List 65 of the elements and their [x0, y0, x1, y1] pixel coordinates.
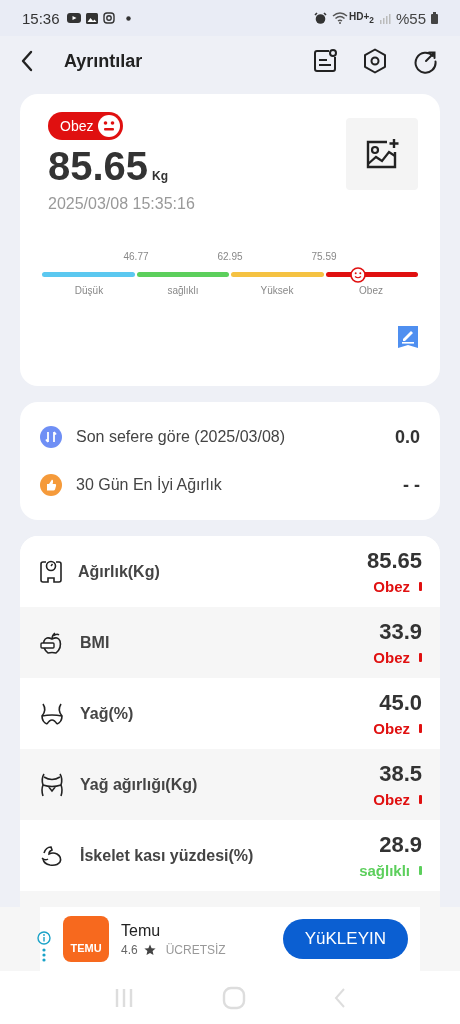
more-icon[interactable] — [42, 947, 46, 962]
metric-row[interactable]: BMI 33.9 Obez — [20, 607, 440, 678]
page-title: Ayrıntılar — [64, 50, 143, 72]
metric-status: Obez — [373, 649, 410, 666]
thumbs-up-icon — [40, 474, 62, 496]
battery-level: %55 — [395, 9, 426, 27]
alarm-icon — [314, 11, 328, 25]
metric-status: sağlıklı — [359, 862, 410, 879]
info-icon[interactable] — [37, 930, 51, 945]
back-icon[interactable] — [20, 50, 34, 72]
comparison-value: - - — [403, 474, 420, 496]
metric-status: Obez — [373, 720, 410, 737]
image-icon — [85, 12, 98, 24]
wifi-icon — [332, 12, 349, 24]
comparison-label: 30 Gün En İyi Ağırlık — [76, 476, 223, 494]
status-time: 15:36 — [22, 9, 60, 27]
metric-name: Yağ(%) — [80, 704, 135, 723]
metric-row[interactable]: Yağ ağırlığı(Kg) 38.5 Obez — [20, 749, 440, 820]
weight-value: 85.65 — [48, 144, 149, 189]
apple-icon — [40, 630, 64, 655]
signal-icon — [378, 12, 391, 24]
threshold-label: 62.95 — [217, 251, 243, 262]
camera-icon — [102, 12, 115, 24]
metric-name: Yağ ağırlığı(Kg) — [80, 775, 199, 794]
install-button[interactable]: YüKLEYIN — [282, 919, 408, 959]
star-icon — [143, 943, 156, 956]
threshold-label: 75.59 — [311, 251, 337, 262]
comparison-value: 0.0 — [394, 426, 420, 448]
dot-icon — [125, 15, 131, 21]
add-photo-button[interactable] — [346, 118, 418, 190]
app-name: Temu — [121, 921, 162, 940]
weight-unit: Kg — [152, 169, 169, 183]
video-icon — [66, 13, 81, 23]
metric-name: İskelet kası yüzdesi(%) — [80, 846, 255, 865]
metric-value: 85.65 — [366, 548, 422, 574]
app-price: ÜCRETSİZ — [165, 942, 226, 957]
metric-status: Obez — [373, 578, 410, 595]
metric-name: BMI — [80, 633, 111, 652]
metric-value: 45.0 — [379, 690, 422, 716]
compare-icon — [40, 426, 62, 448]
metric-status: Obez — [373, 791, 410, 808]
battery-icon — [431, 12, 438, 24]
app-rating: 4.6 — [121, 942, 138, 957]
range-label: Düşük — [74, 285, 104, 296]
metric-value: 38.5 — [379, 761, 422, 787]
note-icon[interactable] — [313, 49, 337, 73]
range-label: Obez — [359, 285, 383, 296]
edit-icon[interactable] — [398, 326, 418, 348]
metric-name: Ağırlık(Kg) — [78, 562, 161, 581]
status-label: Obez — [60, 118, 94, 134]
app-logo: TEMU — [63, 916, 109, 962]
metric-value: 28.9 — [379, 832, 422, 858]
scale-icon — [40, 559, 62, 584]
network-type: HD+$_{2}$ — [349, 11, 374, 25]
metric-value: 33.9 — [379, 619, 422, 645]
settings-icon[interactable] — [363, 48, 387, 74]
waist-icon — [40, 702, 64, 725]
range-label: Yüksek — [260, 285, 294, 296]
belly-icon — [40, 772, 64, 797]
flexed-arm-icon — [40, 843, 64, 868]
add-image-icon — [365, 138, 399, 170]
measurement-time: 2025/03/08 15:35:16 — [48, 195, 195, 213]
threshold-label: 46.77 — [123, 251, 149, 262]
comparison-label: Son sefere göre (2025/03/08) — [76, 428, 287, 446]
range-label: sağlıklı — [167, 285, 199, 296]
